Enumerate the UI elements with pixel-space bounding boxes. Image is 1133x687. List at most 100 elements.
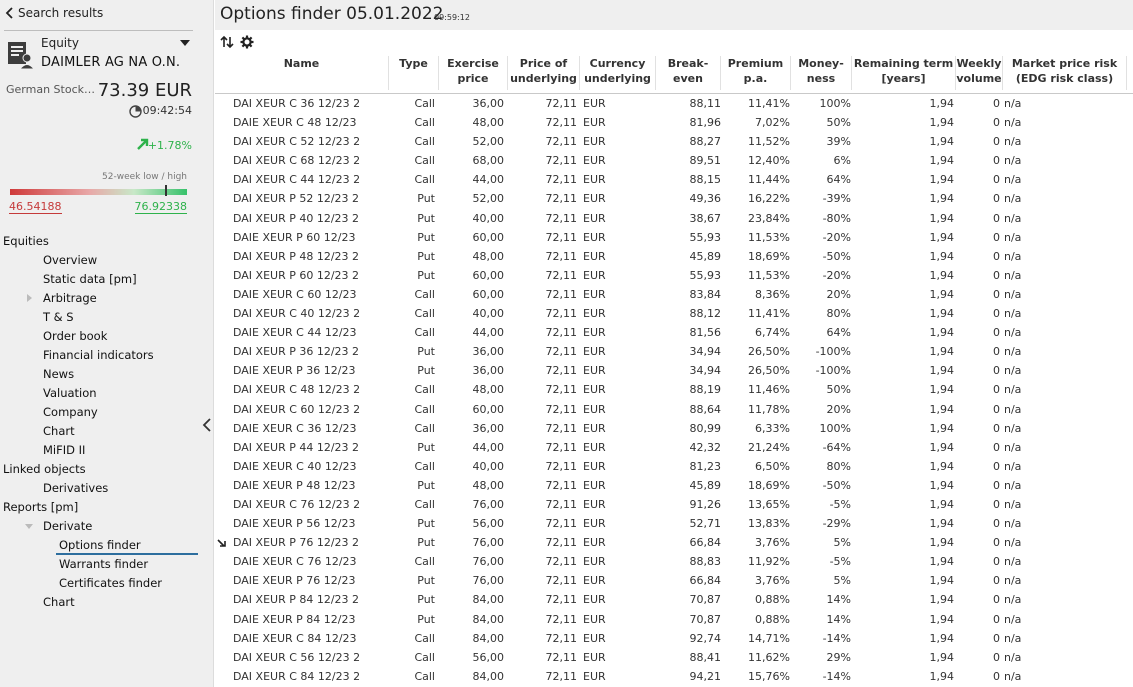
table-row[interactable]: DAI XEUR P 76 12/23 2 Put 76,00 72,11 EUR 66,… <box>215 533 1133 552</box>
column-header-breakeven[interactable]: Break-even <box>656 56 721 90</box>
gear-icon[interactable] <box>240 35 254 49</box>
caret-down-icon[interactable] <box>179 38 191 48</box>
table-row[interactable]: DAI XEUR P 84 12/23 2 Put 84,00 72,11 EUR 70,… <box>215 590 1133 609</box>
nav-item[interactable]: Derivatives <box>0 479 214 498</box>
table-row[interactable]: DAI XEUR P 40 12/23 2 Put 40,00 72,11 EUR 38,… <box>215 209 1133 228</box>
table-row[interactable]: DAI XEUR C 44 12/23 2 Call 44,00 72,11 EUR 88… <box>215 170 1133 189</box>
table-row[interactable]: DAI XEUR C 68 12/23 2 Call 68,00 72,11 EUR 89… <box>215 151 1133 170</box>
nav-item[interactable]: News <box>0 365 214 384</box>
nav-item[interactable]: MiFID II <box>0 441 214 460</box>
nav-item[interactable]: Options finder <box>0 536 214 555</box>
table-row[interactable]: DAIE XEUR C 44 12/23 Call 44,00 72,11 EUR 81,… <box>215 323 1133 342</box>
triangle-right-icon[interactable] <box>25 294 33 302</box>
table-row[interactable]: DAI XEUR C 60 12/23 2 Call 60,00 72,11 EUR 88… <box>215 400 1133 419</box>
cell-breakeven: 80,99 <box>689 421 722 435</box>
nav-item[interactable]: Equities <box>0 232 214 251</box>
nav-item[interactable]: Certificates finder <box>0 574 214 593</box>
cell-risk: n/a <box>1004 192 1022 206</box>
table-row[interactable]: DAI XEUR P 44 12/23 2 Put 44,00 72,11 EUR 42,… <box>215 438 1133 457</box>
cell-risk: n/a <box>1004 593 1022 607</box>
table-row[interactable]: DAIE XEUR C 40 12/23 Call 40,00 72,11 EUR 81,… <box>215 457 1133 476</box>
triangle-down-icon[interactable] <box>25 522 33 530</box>
nav-item[interactable]: Chart <box>0 593 214 612</box>
table-row[interactable]: DAI XEUR C 76 12/23 2 Call 76,00 72,11 EUR 91… <box>215 495 1133 514</box>
table-row[interactable]: DAI XEUR C 48 12/23 2 Call 48,00 72,11 EUR 88… <box>215 380 1133 399</box>
table-row[interactable]: DAI XEUR P 48 12/23 2 Put 48,00 72,11 EUR 45,… <box>215 247 1133 266</box>
cell-risk: n/a <box>1004 268 1022 282</box>
nav-item[interactable]: Static data [pm] <box>0 270 214 289</box>
cell-currency: EUR <box>583 612 606 626</box>
cell-type: Put <box>417 536 435 550</box>
table-row[interactable]: DAIE XEUR P 84 12/23 Put 84,00 72,11 EUR 70,8… <box>215 610 1133 629</box>
table-row[interactable]: DAIE XEUR P 76 12/23 Put 76,00 72,11 EUR 66,8… <box>215 571 1133 590</box>
column-header-volume[interactable]: Weekly volume <box>956 56 1003 90</box>
cell-breakeven: 42,32 <box>689 440 722 454</box>
nav-item[interactable]: Valuation <box>0 384 214 403</box>
price-change: +1.78% <box>147 139 192 152</box>
cell-currency: EUR <box>583 402 606 416</box>
nav-item[interactable]: Derivate <box>0 517 214 536</box>
table-row[interactable]: DAIE XEUR P 60 12/23 Put 60,00 72,11 EUR 55,9… <box>215 228 1133 247</box>
column-header-moneyness[interactable]: Money-ness <box>791 56 852 90</box>
table-row[interactable]: DAIE XEUR P 48 12/23 Put 48,00 72,11 EUR 45,8… <box>215 476 1133 495</box>
cell-moneyness: -14% <box>822 669 851 683</box>
cell-term: 1,94 <box>929 287 955 301</box>
collapse-sidebar-icon[interactable] <box>202 418 212 432</box>
cell-currency: EUR <box>583 173 606 187</box>
table-row[interactable]: DAI XEUR C 40 12/23 2 Call 40,00 72,11 EUR 88… <box>215 304 1133 323</box>
table-row[interactable]: DAIE XEUR P 36 12/23 Put 36,00 72,11 EUR 34,9… <box>215 361 1133 380</box>
nav-item[interactable]: T & S <box>0 308 214 327</box>
column-header-risk[interactable]: Market price risk (EDG risk class) <box>1003 56 1127 90</box>
table-row[interactable]: DAI XEUR P 60 12/23 2 Put 60,00 72,11 EUR 55,… <box>215 266 1133 285</box>
column-header-exercise[interactable]: Exercise price <box>439 56 508 90</box>
nav-item[interactable]: Chart <box>0 422 214 441</box>
column-header-underlying_price[interactable]: Price of underlying <box>508 56 580 90</box>
cell-risk: n/a <box>1004 287 1022 301</box>
cell-underlying_price: 72,11 <box>545 192 578 206</box>
cell-exercise: 56,00 <box>472 517 505 531</box>
cell-currency: EUR <box>583 345 606 359</box>
back-to-search-results[interactable]: Search results <box>4 5 103 21</box>
table-row[interactable]: DAIE XEUR C 48 12/23 Call 48,00 72,11 EUR 81,… <box>215 113 1133 132</box>
table-row[interactable]: DAI XEUR P 52 12/23 2 Put 52,00 72,11 EUR 49,… <box>215 189 1133 208</box>
cell-premium: 11,62% <box>748 650 790 664</box>
cell-volume: 0 <box>993 631 1000 645</box>
nav-item[interactable]: Linked objects <box>0 460 214 479</box>
table-row[interactable]: DAIE XEUR C 76 12/23 Call 76,00 72,11 EUR 88,… <box>215 552 1133 571</box>
cell-volume: 0 <box>993 440 1000 454</box>
table-row[interactable]: DAIE XEUR C 84 12/23 Call 84,00 72,11 EUR 92,… <box>215 629 1133 648</box>
column-header-currency[interactable]: Currency underlying <box>580 56 656 90</box>
sort-icon[interactable] <box>220 35 234 49</box>
nav-item[interactable]: Order book <box>0 327 214 346</box>
cell-underlying_price: 72,11 <box>545 364 578 378</box>
cell-type: Call <box>414 97 435 110</box>
table-row[interactable]: DAIE XEUR P 56 12/23 Put 56,00 72,11 EUR 52,7… <box>215 514 1133 533</box>
nav-item[interactable]: Overview <box>0 251 214 270</box>
cell-moneyness: 100% <box>819 97 851 110</box>
column-header-term[interactable]: Remaining term [years] <box>852 56 956 90</box>
cell-type: Call <box>414 421 435 435</box>
nav-item[interactable]: Financial indicators <box>0 346 214 365</box>
sidebar: Search results Equity DAIMLER AG NA O.N.… <box>0 0 214 687</box>
table-row[interactable]: DAIE XEUR C 60 12/23 Call 60,00 72,11 EUR 83,… <box>215 285 1133 304</box>
column-header-type[interactable]: Type <box>389 56 439 90</box>
column-header-name[interactable]: Name <box>215 56 389 90</box>
nav-item[interactable]: Arbitrage <box>0 289 214 308</box>
column-header-premium[interactable]: Premium p.a. <box>721 56 791 90</box>
cell-premium: 16,22% <box>748 192 790 206</box>
nav-item[interactable]: Reports [pm] <box>0 498 214 517</box>
cell-breakeven: 89,51 <box>689 154 722 168</box>
table-row[interactable]: DAI XEUR P 36 12/23 2 Put 36,00 72,11 EUR 34,… <box>215 342 1133 361</box>
cell-moneyness: -39% <box>822 192 851 206</box>
table-row[interactable]: DAI XEUR C 84 12/23 2 Call 84,00 72,11 EUR 94… <box>215 667 1133 686</box>
table-row[interactable]: DAI XEUR C 52 12/23 2 Call 52,00 72,11 EUR 88… <box>215 132 1133 151</box>
nav-item[interactable]: Company <box>0 403 214 422</box>
cell-breakeven: 92,74 <box>689 631 722 645</box>
table-row[interactable]: DAIE XEUR C 36 12/23 Call 36,00 72,11 EUR 80,… <box>215 419 1133 438</box>
cell-exercise: 60,00 <box>472 230 505 244</box>
cell-exercise: 48,00 <box>472 478 505 492</box>
table-row[interactable]: DAI XEUR C 36 12/23 2 Call 36,00 72,11 EUR 88… <box>215 94 1133 113</box>
nav-item-label: Static data [pm] <box>43 272 137 286</box>
table-row[interactable]: DAI XEUR C 56 12/23 2 Call 56,00 72,11 EUR 88… <box>215 648 1133 667</box>
nav-item[interactable]: Warrants finder <box>0 555 214 574</box>
